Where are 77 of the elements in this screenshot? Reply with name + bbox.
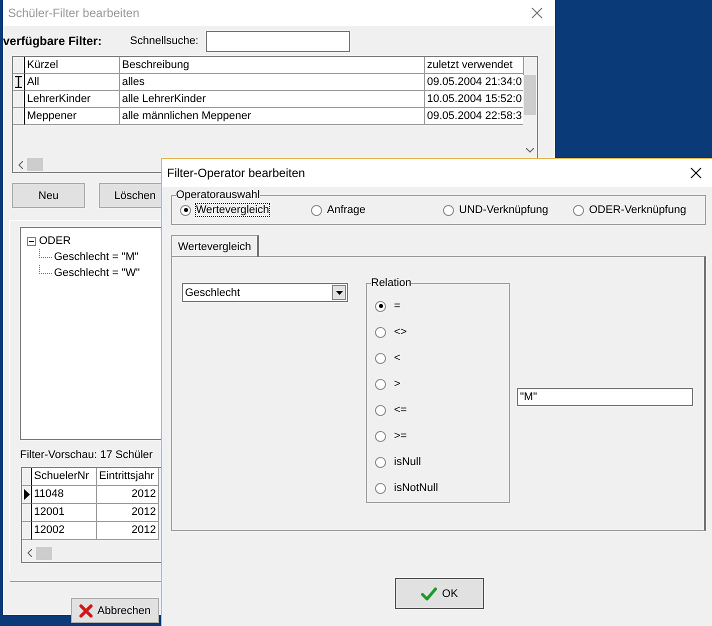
- table-cell: 2012: [97, 486, 159, 504]
- radio-label[interactable]: >=: [394, 430, 407, 442]
- radio-label[interactable]: ODER-Verknüpfung: [589, 204, 686, 216]
- table-cell: 12002: [32, 522, 97, 540]
- value-field[interactable]: "M": [517, 388, 693, 406]
- group-label: Relation: [371, 277, 412, 289]
- radio-button[interactable]: [375, 378, 386, 390]
- row-selector[interactable]: [13, 74, 25, 91]
- radio-label[interactable]: >: [394, 378, 400, 390]
- radio-label[interactable]: isNull: [394, 456, 421, 468]
- column-header[interactable]: SchuelerNr: [32, 468, 97, 486]
- radio-label[interactable]: UND-Verknüpfung: [459, 204, 548, 216]
- column-header[interactable]: Eintrittsjahr: [97, 468, 159, 486]
- table-cell: alle männlichen Meppener: [120, 108, 425, 125]
- window-title: Schüler-Filter bearbeiten: [8, 6, 140, 20]
- radio-button[interactable]: [375, 352, 386, 364]
- table-cell: Meppener: [25, 108, 120, 125]
- radio-label[interactable]: <>: [394, 326, 407, 338]
- scroll-left-icon[interactable]: [27, 549, 32, 557]
- row-selector[interactable]: [13, 108, 25, 125]
- radio-label[interactable]: =: [394, 300, 400, 312]
- cross-icon: [79, 604, 94, 618]
- table-cell: 09.05.2004 22:58:3: [425, 108, 524, 125]
- table-cell: LehrerKinder: [25, 91, 120, 108]
- radio-button[interactable]: [573, 204, 584, 216]
- radio-button[interactable]: [180, 204, 191, 216]
- filters-label: verfügbare Filter:: [3, 34, 103, 48]
- radio-button[interactable]: [311, 204, 322, 216]
- close-icon[interactable]: [690, 167, 702, 179]
- dropdown-arrow-icon[interactable]: [336, 290, 342, 294]
- window-title: Filter-Operator bearbeiten: [167, 166, 306, 180]
- table-cell: 2012: [97, 504, 159, 522]
- column-header[interactable]: zuletzt verwendet: [425, 57, 524, 74]
- radio-button[interactable]: [375, 326, 386, 338]
- radio-button[interactable]: [375, 482, 386, 494]
- row-selector[interactable]: [13, 91, 25, 108]
- tree-item[interactable]: Geschlecht = "W": [54, 267, 140, 279]
- row-selector[interactable]: [22, 486, 32, 504]
- radio-label[interactable]: isNotNull: [394, 482, 438, 494]
- radio-button[interactable]: [375, 456, 386, 468]
- toolbar-button[interactable]: Neu: [12, 183, 85, 208]
- preview-label: Filter-Vorschau: 17 Schüler: [20, 449, 154, 463]
- scroll-thumb[interactable]: [27, 158, 43, 171]
- radio-button[interactable]: [375, 430, 386, 442]
- table-cell: 10.05.2004 15:52:0: [425, 91, 524, 108]
- group-label: Operatorauswahl: [176, 189, 260, 201]
- tree-item[interactable]: Geschlecht = "M": [54, 251, 139, 263]
- check-icon: [421, 586, 438, 600]
- cancel-button[interactable]: Abbrechen: [71, 598, 159, 623]
- row-selector[interactable]: [22, 504, 32, 522]
- scroll-left-icon[interactable]: [18, 160, 23, 168]
- radio-button[interactable]: [375, 404, 386, 416]
- table-cell: All: [25, 74, 120, 91]
- radio-label[interactable]: Wertevergleich: [196, 204, 270, 216]
- table-cell: 2012: [97, 522, 159, 540]
- radio-button[interactable]: [375, 300, 386, 312]
- column-header[interactable]: Kürzel: [25, 57, 120, 74]
- table-cell: alle LehrerKinder: [120, 91, 425, 108]
- collapse-icon[interactable]: [27, 236, 36, 246]
- scroll-down-icon[interactable]: [526, 148, 534, 153]
- radio-label[interactable]: <: [394, 352, 400, 364]
- row-selector[interactable]: [22, 522, 32, 540]
- search-field[interactable]: [206, 30, 350, 52]
- table-cell: 11048: [32, 486, 97, 504]
- ok-button[interactable]: OK: [395, 578, 484, 609]
- table-cell: 09.05.2004 21:34:0: [425, 74, 524, 91]
- radio-label[interactable]: Anfrage: [327, 204, 366, 216]
- column-header[interactable]: Beschreibung: [120, 57, 425, 74]
- tree-item[interactable]: ODER: [39, 235, 71, 247]
- field-dropdown[interactable]: Geschlecht: [182, 283, 348, 302]
- radio-label[interactable]: <=: [394, 404, 407, 416]
- table-cell: 12001: [32, 504, 97, 522]
- table-cell: alles: [120, 74, 425, 91]
- radio-button[interactable]: [443, 204, 454, 216]
- tab[interactable]: Wertevergleich: [171, 235, 260, 257]
- search-label: Schnellsuche:: [130, 35, 198, 47]
- scroll-thumb[interactable]: [36, 546, 52, 560]
